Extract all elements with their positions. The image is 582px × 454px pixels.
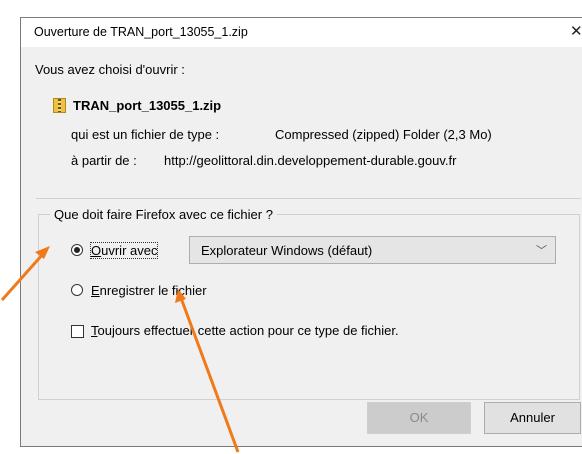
open-with-label-text: uvrir avec (101, 243, 158, 258)
close-icon[interactable]: ✕ (570, 22, 582, 40)
group-legend: Que doit faire Firefox avec ce fichier ? (50, 207, 277, 222)
always-do-label[interactable]: Toujours effectuer cette action pour ce … (91, 323, 399, 338)
file-type-label: qui est un fichier de type : (71, 127, 220, 142)
selected-app: Explorateur Windows (défaut) (201, 243, 373, 258)
zip-folder-icon (53, 98, 66, 113)
chevron-down-icon: ﹀ (536, 245, 547, 257)
dialog-title: Ouverture de TRAN_port_13055_1.zip (34, 25, 248, 39)
file-source-label: à partir de : (71, 153, 137, 168)
open-with-app-select[interactable]: Explorateur Windows (défaut) ﹀ (189, 236, 556, 264)
title-bar: Ouverture de TRAN_port_13055_1.zip ✕ (21, 18, 582, 47)
always-do-label-text: oujours effectuer cette action pour ce t… (97, 323, 399, 338)
open-with-radio[interactable] (71, 244, 83, 256)
cancel-button[interactable]: Annuler (484, 402, 581, 434)
intro-text: Vous avez choisi d'ouvrir : (35, 62, 185, 77)
ok-button[interactable]: OK (367, 402, 471, 434)
divider (36, 198, 581, 199)
download-dialog: Ouverture de TRAN_port_13055_1.zip ✕ Vou… (20, 17, 582, 447)
open-with-label[interactable]: Ouvrir avec (89, 242, 159, 259)
save-file-label[interactable]: Enregistrer le fichier (91, 283, 207, 298)
file-source-value: http://geolittoral.din.developpement-dur… (164, 153, 457, 168)
file-name: TRAN_port_13055_1.zip (73, 98, 222, 113)
always-do-checkbox[interactable] (71, 325, 84, 338)
file-type-value: Compressed (zipped) Folder (2,3 Mo) (275, 127, 492, 142)
save-file-label-text: nregistrer le fichier (99, 283, 207, 298)
save-file-radio[interactable] (71, 284, 83, 296)
